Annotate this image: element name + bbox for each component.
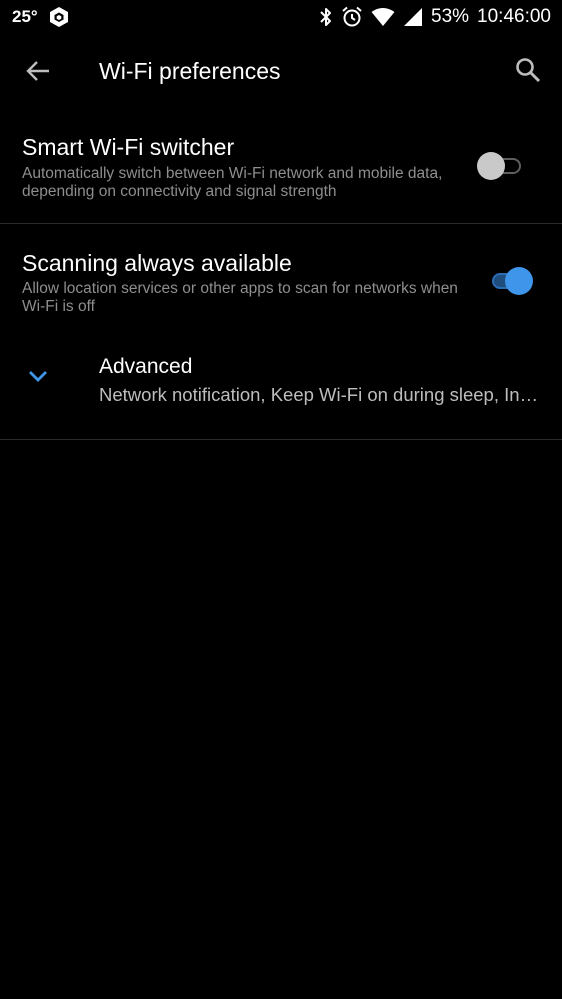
status-bar-right: 53% 10:46:00 <box>319 5 551 29</box>
temperature-text: 25° <box>12 7 38 26</box>
chevron-down-icon <box>29 371 47 382</box>
cell-signal-icon <box>404 8 422 26</box>
status-bar: 25° 53% 10:46:00 <box>0 0 562 34</box>
setting-title: Smart Wi-Fi switcher <box>22 134 235 160</box>
scanning-toggle[interactable] <box>488 264 538 298</box>
clock-text: 10:46:00 <box>477 6 551 27</box>
smart-wifi-switcher-toggle[interactable] <box>477 149 527 183</box>
setting-title: Advanced <box>99 355 193 378</box>
toggle-thumb <box>477 152 505 180</box>
alarm-icon <box>342 6 362 27</box>
toggle-thumb <box>505 267 533 295</box>
arrow-back-icon <box>26 61 49 81</box>
search-icon <box>516 58 541 83</box>
setting-summary: Allow location services or other apps to… <box>22 280 458 315</box>
setting-title: Scanning always available <box>22 250 292 276</box>
battery-percent: 53% <box>431 6 470 27</box>
divider <box>0 439 562 440</box>
app-notification-icon <box>49 7 68 27</box>
status-bar-left: 25° <box>12 6 70 28</box>
search-button[interactable] <box>512 54 544 86</box>
bluetooth-icon <box>320 8 331 26</box>
page-title: Wi-Fi preferences <box>99 58 281 84</box>
wifi-icon <box>371 8 395 26</box>
setting-summary: Automatically switch between Wi-Fi netwo… <box>22 165 443 200</box>
app-bar: Wi-Fi preferences <box>0 34 562 108</box>
setting-advanced[interactable]: Advanced Network notification, Keep Wi-F… <box>0 330 562 439</box>
back-button[interactable] <box>20 56 56 86</box>
setting-summary: Network notification, Keep Wi-Fi on duri… <box>99 384 541 405</box>
setting-smart-wifi-switcher[interactable]: Smart Wi-Fi switcher Automatically switc… <box>0 118 562 223</box>
setting-scanning-always-available[interactable]: Scanning always available Allow location… <box>0 224 562 329</box>
